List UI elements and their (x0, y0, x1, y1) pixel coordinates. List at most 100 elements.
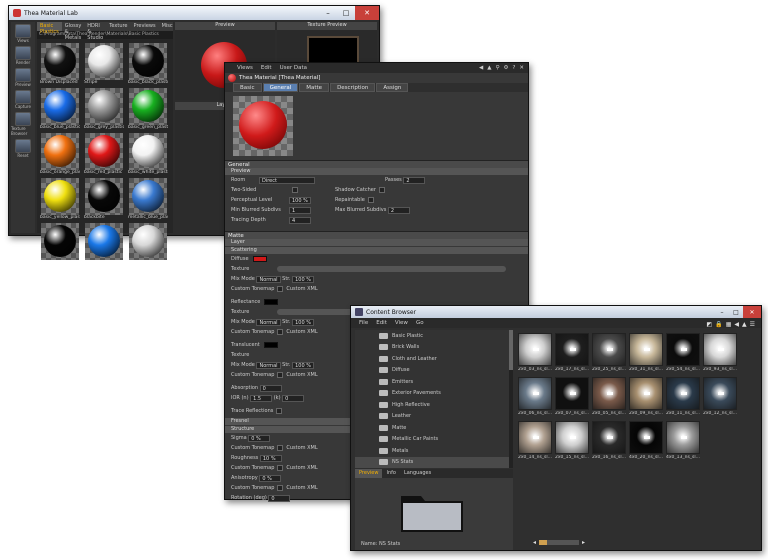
material-swatch[interactable] (85, 88, 123, 125)
cb-menu-view[interactable]: View (395, 320, 408, 326)
tree-item[interactable]: Basic Plastic (355, 330, 513, 342)
thumbnail[interactable]: 2x0_25_ns_sl... (592, 333, 626, 372)
cb-list-icon[interactable]: ☰ (750, 321, 755, 328)
custom-tonemap-checkbox-4[interactable] (277, 445, 284, 451)
reflectance-swatch[interactable] (264, 299, 279, 305)
repaintable-checkbox[interactable] (367, 197, 374, 203)
material-cell[interactable]: Brown Displaced Tile (40, 43, 80, 85)
str-field[interactable]: 100 % (292, 275, 315, 283)
thumbnail-image[interactable] (592, 377, 626, 410)
material-cell[interactable]: blackbite (84, 178, 123, 220)
tab-description[interactable]: Description (330, 83, 376, 92)
thumbnail[interactable]: 2x0_14_ns_sl... (518, 421, 552, 460)
zoom-icon[interactable]: ⚲ (496, 65, 500, 71)
tracing-depth-field[interactable]: 4 (289, 216, 311, 224)
material-cell[interactable]: basic_orange_plastic (40, 133, 80, 175)
material-swatch[interactable] (129, 223, 167, 260)
thumbnail[interactable]: 2x0_07_ns_sl... (555, 377, 589, 416)
str-field-3[interactable]: 100 % (292, 361, 315, 369)
room-select[interactable]: Direct (259, 176, 315, 184)
thumbnail-image[interactable] (592, 421, 626, 454)
browser-tab[interactable]: HDRI & Studio (84, 22, 106, 41)
material-cell[interactable]: basic_blue_plastic (40, 88, 80, 130)
roughness-field[interactable]: 10 % (259, 454, 282, 462)
cb-up-icon[interactable]: ▲ (742, 321, 747, 328)
tree-item[interactable]: Cloth and Leather (355, 353, 513, 365)
material-swatch[interactable] (129, 133, 167, 170)
close-button[interactable]: ✕ (355, 6, 379, 20)
tree-item[interactable]: Emitters (355, 376, 513, 388)
zoom-in-icon[interactable]: ▸ (582, 539, 585, 546)
material-swatch[interactable] (41, 223, 79, 260)
reset-icon[interactable] (15, 139, 31, 153)
cb-close-button[interactable]: ✕ (743, 306, 761, 318)
material-cell[interactable]: basic_yellow_plastic (40, 178, 80, 220)
thumbnail-image[interactable] (555, 421, 589, 454)
max-blurred-field[interactable]: 2 (387, 206, 410, 214)
thumbnail[interactable]: 2x0_12_ns_sl... (703, 377, 737, 416)
tree-scrollbar[interactable] (509, 330, 513, 468)
material-cell[interactable]: basic_red_plastic (84, 133, 123, 175)
rotation-field[interactable]: 0 (268, 494, 291, 502)
thumbnail-image[interactable] (666, 377, 700, 410)
thumbnail-image[interactable] (518, 377, 552, 410)
thumbnail[interactable]: 2x0_31_ns_sl... (629, 333, 663, 372)
gear-icon[interactable]: ⚙ (504, 65, 509, 71)
str-field-2[interactable]: 100 % (292, 318, 315, 326)
cb-back-icon[interactable]: ◀ (734, 321, 739, 328)
tree-item[interactable]: NS Stats (355, 456, 513, 468)
menu-edit[interactable]: Edit (261, 65, 272, 71)
thumbnail[interactable]: 2x0_54_ns_sl... (666, 333, 700, 372)
browser-tab[interactable]: Texture (106, 22, 130, 31)
material-lab-titlebar[interactable]: Thea Material Lab – □ ✕ (9, 6, 379, 20)
tab-basic[interactable]: Basic (233, 83, 262, 92)
close-icon[interactable]: ✕ (519, 65, 524, 71)
min-blurred-field[interactable]: 1 (289, 206, 311, 214)
cb-view-icon[interactable]: ◩ (707, 321, 713, 328)
thumbnail-image[interactable] (629, 377, 663, 410)
browser-tab[interactable]: Previews (131, 22, 159, 31)
ior-field[interactable]: 1.5 (250, 394, 273, 402)
tab-preview[interactable]: Preview (355, 469, 383, 478)
tree-item[interactable]: Leather (355, 411, 513, 423)
material-cell[interactable]: basic_grey_plastic (84, 88, 124, 130)
anisotropy-field[interactable]: 0 % (259, 474, 282, 482)
subsection-preview[interactable]: Preview (225, 168, 528, 175)
thumbnail[interactable]: 4x0_13_ns_sl... (666, 421, 700, 460)
material-swatch[interactable] (41, 43, 79, 80)
material-cell[interactable]: Stripe (84, 43, 123, 85)
mix-mode-select-2[interactable]: Normal (256, 318, 281, 326)
back-arrow-icon[interactable]: ◀ (479, 65, 483, 71)
up-arrow-icon[interactable]: ▲ (487, 65, 491, 71)
capture-icon[interactable] (15, 90, 31, 104)
material-swatch[interactable] (41, 178, 79, 215)
passes-field[interactable]: 2 (403, 176, 426, 184)
material-swatch[interactable] (85, 43, 123, 80)
material-swatch[interactable] (85, 133, 123, 170)
material-swatch[interactable] (129, 178, 167, 215)
material-cell[interactable] (129, 223, 167, 260)
maximize-button[interactable]: □ (337, 6, 355, 20)
thumbnail-image[interactable] (555, 377, 589, 410)
views-icon[interactable] (15, 24, 31, 38)
diffuse-color-swatch[interactable] (252, 256, 267, 262)
subsection-layer[interactable]: Layer (225, 239, 528, 246)
zoom-out-icon[interactable]: ◂ (533, 539, 536, 546)
material-cell[interactable]: basic_white_plastic (128, 133, 168, 175)
thumbnail-image[interactable] (629, 333, 663, 366)
material-cell[interactable] (41, 223, 79, 260)
tab-matte[interactable]: Matte (299, 83, 330, 92)
thumbnail[interactable]: 2x0_06_ns_sl... (518, 377, 552, 416)
section-general[interactable]: General (225, 160, 528, 168)
subsection-scattering[interactable]: Scattering (225, 247, 528, 254)
custom-tonemap-checkbox-2[interactable] (277, 329, 284, 335)
tab-languages[interactable]: Languages (400, 469, 435, 478)
menu-user-data[interactable]: User Data (280, 65, 307, 71)
cb-maximize-button[interactable]: □ (729, 306, 743, 318)
tree-item[interactable]: Brick Walls (355, 342, 513, 354)
cb-lock-icon[interactable]: 🔒 (715, 321, 722, 328)
material-swatch[interactable] (85, 223, 123, 260)
material-cell[interactable] (85, 223, 123, 260)
menu-views[interactable]: Views (237, 65, 253, 71)
thumbnail-image[interactable] (703, 333, 737, 366)
